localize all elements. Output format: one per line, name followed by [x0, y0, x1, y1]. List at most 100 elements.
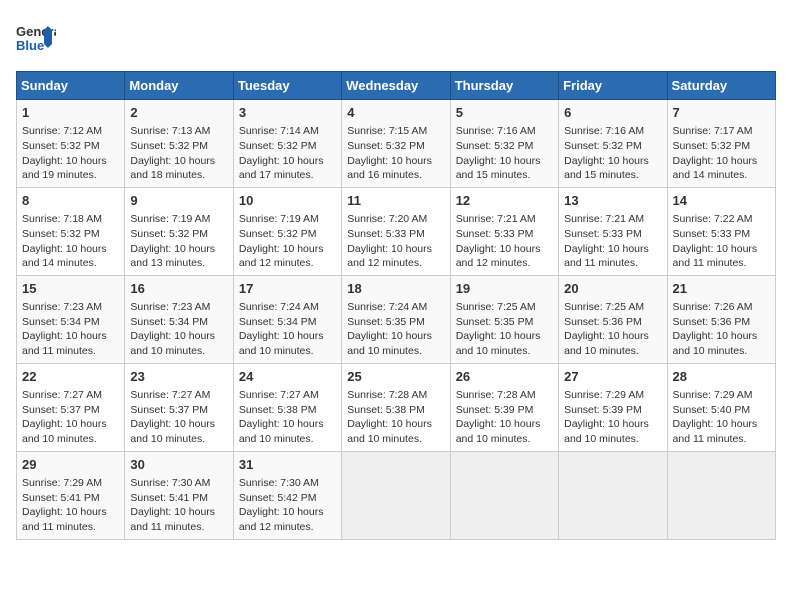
day-number: 20: [564, 280, 661, 298]
day-number: 6: [564, 104, 661, 122]
sunrise: Sunrise: 7:24 AM: [239, 301, 319, 313]
calendar-cell: 30Sunrise: 7:30 AMSunset: 5:41 PMDayligh…: [125, 451, 233, 539]
calendar-cell: 23Sunrise: 7:27 AMSunset: 5:37 PMDayligh…: [125, 363, 233, 451]
sunrise: Sunrise: 7:28 AM: [456, 389, 536, 401]
calendar-cell: 5Sunrise: 7:16 AMSunset: 5:32 PMDaylight…: [450, 100, 558, 188]
sunset: Sunset: 5:34 PM: [22, 316, 100, 328]
sunset: Sunset: 5:32 PM: [130, 228, 208, 240]
sunset: Sunset: 5:36 PM: [673, 316, 751, 328]
calendar-cell: 1Sunrise: 7:12 AMSunset: 5:32 PMDaylight…: [17, 100, 125, 188]
calendar-cell: 28Sunrise: 7:29 AMSunset: 5:40 PMDayligh…: [667, 363, 775, 451]
calendar-week-3: 15Sunrise: 7:23 AMSunset: 5:34 PMDayligh…: [17, 275, 776, 363]
daylight: Daylight: 10 hours and 10 minutes.: [564, 330, 649, 357]
sunrise: Sunrise: 7:18 AM: [22, 213, 102, 225]
daylight: Daylight: 10 hours and 11 minutes.: [22, 506, 107, 533]
calendar-cell: [667, 451, 775, 539]
day-number: 23: [130, 368, 227, 386]
day-number: 16: [130, 280, 227, 298]
sunrise: Sunrise: 7:15 AM: [347, 125, 427, 137]
day-number: 22: [22, 368, 119, 386]
calendar-cell: 19Sunrise: 7:25 AMSunset: 5:35 PMDayligh…: [450, 275, 558, 363]
calendar-table: SundayMondayTuesdayWednesdayThursdayFrid…: [16, 71, 776, 540]
daylight: Daylight: 10 hours and 11 minutes.: [673, 243, 758, 270]
calendar-cell: 6Sunrise: 7:16 AMSunset: 5:32 PMDaylight…: [559, 100, 667, 188]
sunrise: Sunrise: 7:13 AM: [130, 125, 210, 137]
sunrise: Sunrise: 7:28 AM: [347, 389, 427, 401]
calendar-cell: 20Sunrise: 7:25 AMSunset: 5:36 PMDayligh…: [559, 275, 667, 363]
sunrise: Sunrise: 7:14 AM: [239, 125, 319, 137]
day-number: 8: [22, 192, 119, 210]
sunrise: Sunrise: 7:27 AM: [239, 389, 319, 401]
sunset: Sunset: 5:35 PM: [456, 316, 534, 328]
sunrise: Sunrise: 7:27 AM: [22, 389, 102, 401]
day-number: 5: [456, 104, 553, 122]
calendar-cell: 22Sunrise: 7:27 AMSunset: 5:37 PMDayligh…: [17, 363, 125, 451]
calendar-cell: 27Sunrise: 7:29 AMSunset: 5:39 PMDayligh…: [559, 363, 667, 451]
calendar-week-1: 1Sunrise: 7:12 AMSunset: 5:32 PMDaylight…: [17, 100, 776, 188]
calendar-cell: 29Sunrise: 7:29 AMSunset: 5:41 PMDayligh…: [17, 451, 125, 539]
day-of-week-header: SundayMondayTuesdayWednesdayThursdayFrid…: [17, 72, 776, 100]
daylight: Daylight: 10 hours and 10 minutes.: [239, 418, 324, 445]
calendar-week-2: 8 Sunrise: 7:18 AM Sunset: 5:32 PM Daylight…: [17, 187, 776, 275]
sunrise: Sunrise: 7:22 AM: [673, 213, 753, 225]
daylight: Daylight: 10 hours and 15 minutes.: [456, 155, 541, 182]
calendar-cell: 8Sunrise: 7:18 AMSunset: 5:32 PMDaylight…: [17, 187, 125, 275]
daylight: Daylight: 10 hours and 11 minutes.: [564, 243, 649, 270]
sunrise: Sunrise: 7:23 AM: [130, 301, 210, 313]
sunset: Sunset: 5:39 PM: [456, 404, 534, 416]
day-number: 19: [456, 280, 553, 298]
daylight: Daylight: 10 hours and 11 minutes.: [22, 330, 107, 357]
sunset: Sunset: 5:37 PM: [130, 404, 208, 416]
daylight: Daylight: 10 hours and 19 minutes.: [22, 155, 107, 182]
sunset: Sunset: 5:42 PM: [239, 492, 317, 504]
daylight: Daylight: 10 hours and 10 minutes.: [347, 330, 432, 357]
day-of-week-saturday: Saturday: [667, 72, 775, 100]
sunrise: Sunrise: 7:16 AM: [564, 125, 644, 137]
calendar-cell: 26Sunrise: 7:28 AMSunset: 5:39 PMDayligh…: [450, 363, 558, 451]
day-number: 1: [22, 104, 119, 122]
daylight: Daylight: 10 hours and 12 minutes.: [347, 243, 432, 270]
day-of-week-friday: Friday: [559, 72, 667, 100]
day-number: 25: [347, 368, 444, 386]
calendar-body: 1Sunrise: 7:12 AMSunset: 5:32 PMDaylight…: [17, 100, 776, 540]
calendar-cell: 13Sunrise: 7:21 AMSunset: 5:33 PMDayligh…: [559, 187, 667, 275]
sunrise: Sunrise: 7:29 AM: [22, 477, 102, 489]
calendar-cell: [559, 451, 667, 539]
calendar-cell: 2Sunrise: 7:13 AMSunset: 5:32 PMDaylight…: [125, 100, 233, 188]
calendar-cell: 7Sunrise: 7:17 AMSunset: 5:32 PMDaylight…: [667, 100, 775, 188]
daylight: Daylight: 10 hours and 10 minutes.: [456, 330, 541, 357]
daylight: Daylight: 10 hours and 11 minutes.: [673, 418, 758, 445]
day-number: 30: [130, 456, 227, 474]
calendar-cell: 17Sunrise: 7:24 AMSunset: 5:34 PMDayligh…: [233, 275, 341, 363]
day-number: 3: [239, 104, 336, 122]
sunset: Sunset: 5:34 PM: [239, 316, 317, 328]
day-number: 27: [564, 368, 661, 386]
daylight: Daylight: 10 hours and 12 minutes.: [239, 243, 324, 270]
day-number: 14: [673, 192, 770, 210]
sunset: Sunset: 5:32 PM: [347, 140, 425, 152]
sunset: Sunset: 5:32 PM: [456, 140, 534, 152]
day-number: 11: [347, 192, 444, 210]
calendar-cell: [342, 451, 450, 539]
daylight: Daylight: 10 hours and 16 minutes.: [347, 155, 432, 182]
day-number: 17: [239, 280, 336, 298]
day-number: 29: [22, 456, 119, 474]
daylight: Daylight: 10 hours and 18 minutes.: [130, 155, 215, 182]
header: General Blue: [16, 16, 776, 61]
daylight: Daylight: 10 hours and 10 minutes.: [347, 418, 432, 445]
sunset: Sunset: 5:32 PM: [22, 228, 100, 240]
sunset: Sunset: 5:38 PM: [347, 404, 425, 416]
day-number: 2: [130, 104, 227, 122]
calendar-cell: 3 Sunrise: 7:14 AM Sunset: 5:32 PM Daylight…: [233, 100, 341, 188]
sunset: Sunset: 5:32 PM: [239, 140, 317, 152]
sunrise: Sunrise: 7:21 AM: [564, 213, 644, 225]
sunset: Sunset: 5:32 PM: [564, 140, 642, 152]
day-of-week-thursday: Thursday: [450, 72, 558, 100]
day-number: 7: [673, 104, 770, 122]
daylight: Daylight: 10 hours and 10 minutes.: [130, 418, 215, 445]
calendar-cell: 16Sunrise: 7:23 AMSunset: 5:34 PMDayligh…: [125, 275, 233, 363]
day-of-week-monday: Monday: [125, 72, 233, 100]
sunrise: Sunrise: 7:29 AM: [673, 389, 753, 401]
daylight: Daylight: 10 hours and 17 minutes.: [239, 155, 324, 182]
sunrise: Sunrise: 7:29 AM: [564, 389, 644, 401]
